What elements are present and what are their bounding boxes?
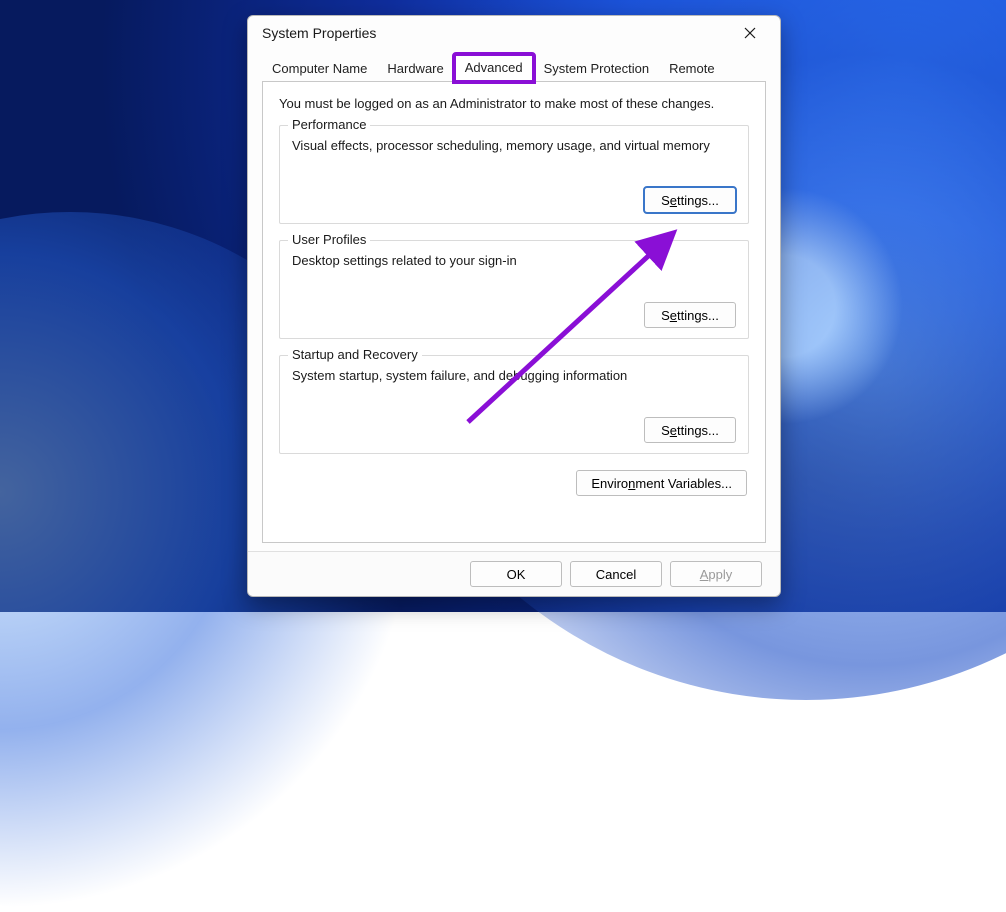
environment-variables-button[interactable]: Environment Variables... [576, 470, 747, 496]
button-label: Apply [700, 567, 733, 582]
admin-note: You must be logged on as an Administrato… [279, 96, 749, 111]
user-profiles-settings-button[interactable]: Settings... [644, 302, 736, 328]
system-properties-dialog: System Properties Computer Name Hardware… [247, 15, 781, 597]
group-performance-label: Performance [288, 117, 370, 132]
startup-recovery-settings-button[interactable]: Settings... [644, 417, 736, 443]
tab-advanced[interactable]: Advanced [454, 54, 534, 82]
tab-pane-advanced: You must be logged on as an Administrato… [262, 81, 766, 543]
group-user-profiles-label: User Profiles [288, 232, 370, 247]
apply-button: Apply [670, 561, 762, 587]
group-performance: Performance Visual effects, processor sc… [279, 125, 749, 224]
close-icon [744, 27, 756, 39]
button-label: Settings... [661, 193, 719, 208]
tab-system-protection[interactable]: System Protection [534, 56, 660, 82]
button-label: Settings... [661, 423, 719, 438]
tab-hardware[interactable]: Hardware [377, 56, 453, 82]
group-user-profiles: User Profiles Desktop settings related t… [279, 240, 749, 339]
group-performance-desc: Visual effects, processor scheduling, me… [292, 138, 736, 153]
button-label: Settings... [661, 308, 719, 323]
tab-row: Computer Name Hardware Advanced System P… [248, 50, 780, 82]
group-startup-recovery-desc: System startup, system failure, and debu… [292, 368, 736, 383]
title-bar: System Properties [248, 16, 780, 50]
cancel-button[interactable]: Cancel [570, 561, 662, 587]
ok-button[interactable]: OK [470, 561, 562, 587]
dialog-title: System Properties [262, 25, 728, 41]
performance-settings-button[interactable]: Settings... [644, 187, 736, 213]
tab-computer-name[interactable]: Computer Name [262, 56, 377, 82]
group-user-profiles-desc: Desktop settings related to your sign-in [292, 253, 736, 268]
button-label: Environment Variables... [591, 476, 732, 491]
close-button[interactable] [728, 18, 772, 48]
tab-remote[interactable]: Remote [659, 56, 725, 82]
dialog-button-bar: OK Cancel Apply [248, 551, 780, 596]
group-startup-recovery: Startup and Recovery System startup, sys… [279, 355, 749, 454]
group-startup-recovery-label: Startup and Recovery [288, 347, 422, 362]
